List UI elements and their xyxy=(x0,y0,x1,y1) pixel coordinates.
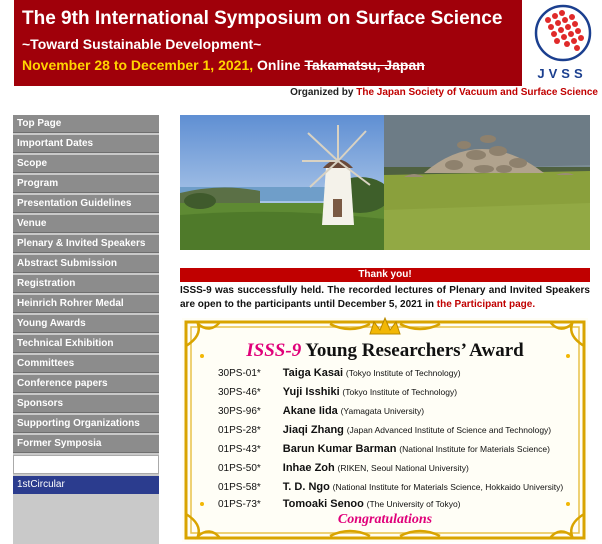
winner-code: 01PS-43* xyxy=(218,444,261,455)
winner-name: Inhae Zoh xyxy=(282,462,335,474)
winner-row: 01PS-58* T. D. Ngo (National Institute f… xyxy=(218,480,563,494)
sidebar-item-program[interactable]: Program xyxy=(13,175,159,193)
venue-struck: Takamatsu, Japan xyxy=(304,57,425,73)
jvss-logo[interactable]: JVSS xyxy=(522,0,602,86)
winner-row: 30PS-46* Yuji Isshiki (Tokyo Institute o… xyxy=(218,385,457,399)
congratulations-text: Congratulations xyxy=(337,512,433,527)
thank-you-banner: Thank you! xyxy=(180,268,590,282)
winner-row: 01PS-43* Barun Kumar Barman (National In… xyxy=(218,442,550,456)
winner-name: Taiga Kasai xyxy=(282,367,344,379)
winner-row: 30PS-01* Taiga Kasai (Tokyo Institute of… xyxy=(218,366,461,380)
sidebar-blank-box xyxy=(13,455,159,474)
sidebar-item-young-awards[interactable]: Young Awards xyxy=(13,315,159,333)
winner-affiliation: (National Institute for Materials Scienc… xyxy=(332,482,564,492)
sidebar-item-presentation-guidelines[interactable]: Presentation Guidelines xyxy=(13,195,159,213)
winner-affiliation: (National Institute for Materials Scienc… xyxy=(399,444,550,454)
winner-row: 01PS-28* Jiaqi Zhang (Japan Advanced Ins… xyxy=(218,423,551,437)
sidebar-item-abstract-submission[interactable]: Abstract Submission xyxy=(13,255,159,273)
windmill-photo xyxy=(180,115,384,250)
sidebar-item-rohrer-medal[interactable]: Heinrich Rohrer Medal xyxy=(13,295,159,313)
award-title-suffix: Young Researchers’ Award xyxy=(305,340,524,361)
winner-code: 30PS-96* xyxy=(218,406,261,417)
sidebar-item-technical-exhibition[interactable]: Technical Exhibition xyxy=(13,335,159,353)
winner-name: Yuji Isshiki xyxy=(282,386,340,398)
young-researchers-award: ISSS-9 Young Researchers’ Award 30PS-01*… xyxy=(180,316,590,544)
organizer-link[interactable]: The Japan Society of Vacuum and Surface … xyxy=(356,87,598,98)
winner-name: Tomoaki Senoo xyxy=(282,498,364,510)
winner-name: Barun Kumar Barman xyxy=(282,443,397,455)
site-subtitle: ~Toward Sustainable Development~ xyxy=(22,36,262,52)
sidebar-item-speakers[interactable]: Plenary & Invited Speakers xyxy=(13,235,159,253)
winner-affiliation: (Tokyo Institute of Technology) xyxy=(342,387,458,397)
sidebar-item-1st-circular[interactable]: 1stCircular xyxy=(13,476,159,494)
winner-code: 01PS-28* xyxy=(218,425,261,436)
mode-text: Online xyxy=(257,57,301,73)
winner-code: 01PS-73* xyxy=(218,499,261,510)
winner-row: 01PS-50* Inhae Zoh (RIKEN, Seoul Nationa… xyxy=(218,461,469,475)
winner-name: T. D. Ngo xyxy=(282,481,330,493)
sidebar-item-top-page[interactable]: Top Page xyxy=(13,115,159,133)
sidebar-item-committees[interactable]: Committees xyxy=(13,355,159,373)
winner-row: 01PS-73* Tomoaki Senoo (The University o… xyxy=(218,497,461,511)
winner-row: 30PS-96* Akane Iida (Yamagata University… xyxy=(218,404,424,418)
jvss-logo-icon xyxy=(534,4,592,62)
award-title: ISSS-9 Young Researchers’ Award xyxy=(180,340,590,362)
organized-prefix: Organized by xyxy=(290,87,354,98)
winner-code: 01PS-50* xyxy=(218,463,261,474)
logo-text: JVSS xyxy=(537,66,587,81)
dates-text: November 28 to December 1, 2021, xyxy=(22,57,254,73)
winner-affiliation: (Yamagata University) xyxy=(340,406,425,416)
site-header: The 9th International Symposium on Surfa… xyxy=(14,0,522,86)
winner-name: Akane Iida xyxy=(282,405,338,417)
sidebar-item-sponsors[interactable]: Sponsors xyxy=(13,395,159,413)
participant-page-link[interactable]: the Participant page. xyxy=(437,299,535,310)
thank-you-message: ISSS-9 was successfully held. The record… xyxy=(180,284,590,312)
sidebar-item-important-dates[interactable]: Important Dates xyxy=(13,135,159,153)
winner-code: 30PS-01* xyxy=(218,368,261,379)
site-title: The 9th International Symposium on Surfa… xyxy=(22,8,503,29)
award-title-prefix: ISSS-9 xyxy=(246,340,302,361)
sidebar-item-conference-papers[interactable]: Conference papers xyxy=(13,375,159,393)
sidebar-item-venue[interactable]: Venue xyxy=(13,215,159,233)
sidebar-item-former-symposia[interactable]: Former Symposia xyxy=(13,435,159,453)
organized-by: Organized by The Japan Society of Vacuum… xyxy=(290,87,598,98)
event-dates: November 28 to December 1, 2021, Online … xyxy=(22,57,522,73)
winner-affiliation: (Japan Advanced Institute of Science and… xyxy=(346,425,552,435)
sidebar-item-registration[interactable]: Registration xyxy=(13,275,159,293)
sidebar-nav: Top Page Important Dates Scope Program P… xyxy=(13,115,159,544)
winner-affiliation: (Tokyo Institute of Technology) xyxy=(345,368,461,378)
stone-monument-photo xyxy=(384,115,590,250)
sidebar-item-supporting-organizations[interactable]: Supporting Organizations xyxy=(13,415,159,433)
sidebar-item-scope[interactable]: Scope xyxy=(13,155,159,173)
winner-name: Jiaqi Zhang xyxy=(282,424,344,436)
winner-code: 01PS-58* xyxy=(218,482,261,493)
winner-code: 30PS-46* xyxy=(218,387,261,398)
winner-affiliation: (The University of Tokyo) xyxy=(366,499,461,509)
winner-affiliation: (RIKEN, Seoul National University) xyxy=(337,463,469,473)
